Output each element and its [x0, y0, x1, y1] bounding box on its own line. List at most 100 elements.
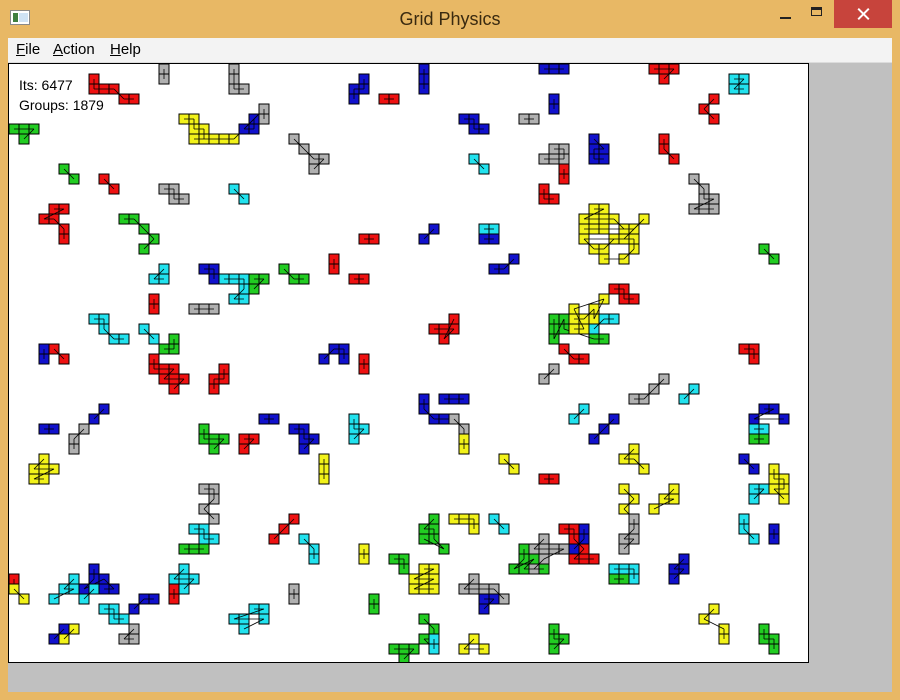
block-group: [98, 603, 130, 625]
block-group: [88, 403, 110, 425]
block-group: [68, 423, 90, 455]
block-group: [728, 73, 750, 95]
connection-line: [593, 418, 615, 440]
block-group: [88, 313, 130, 345]
block-group: [568, 403, 590, 425]
block-group: [768, 523, 780, 545]
block-group: [158, 64, 170, 85]
menu-action[interactable]: Action: [53, 41, 95, 58]
block-group: [538, 363, 560, 385]
block-group: [408, 563, 440, 595]
block-group: [768, 463, 790, 505]
block-group: [388, 553, 410, 575]
block-group: [538, 64, 570, 75]
block-group: [468, 153, 490, 175]
block-group: [448, 513, 480, 535]
grid-board: [9, 64, 790, 662]
block-group: [548, 93, 560, 115]
block-group: [688, 173, 720, 215]
block-group: [738, 513, 760, 545]
block-group: [418, 513, 450, 555]
block-group: [9, 583, 30, 605]
block-group: [188, 523, 220, 545]
block-group: [558, 343, 590, 365]
block-group: [538, 183, 560, 205]
block-group: [358, 233, 380, 245]
block-group: [578, 203, 650, 265]
block-group: [748, 423, 770, 435]
block-group: [558, 163, 570, 185]
block-group: [318, 343, 350, 365]
block-group: [348, 413, 370, 445]
close-button[interactable]: [834, 0, 892, 28]
block-group: [678, 383, 700, 405]
block-group: [188, 303, 220, 315]
block-group: [118, 213, 160, 255]
maximize-button[interactable]: [803, 0, 833, 28]
block-group: [238, 433, 260, 455]
iterations-counter: Its: 6477: [19, 77, 73, 93]
block-group: [738, 453, 760, 475]
block-group: [418, 223, 440, 245]
block-group: [658, 133, 680, 165]
block-group: [618, 513, 640, 555]
block-group: [138, 323, 160, 345]
simulation-canvas[interactable]: Its: 6477 Groups: 1879: [8, 63, 809, 663]
menu-file[interactable]: File: [16, 41, 40, 58]
block-group: [628, 373, 670, 405]
block-group: [168, 583, 180, 605]
block-group: [358, 353, 370, 375]
block-group: [648, 64, 680, 85]
block-group: [58, 163, 80, 185]
block-group: [618, 443, 650, 475]
block-group: [478, 593, 500, 615]
menu-help[interactable]: Help: [110, 41, 141, 58]
block-group: [158, 333, 180, 355]
block-group: [228, 603, 270, 635]
block-group: [698, 93, 720, 125]
block-group: [478, 233, 500, 245]
block-group: [288, 133, 330, 175]
block-group: [458, 113, 490, 135]
block-group: [538, 473, 560, 485]
block-group: [648, 483, 680, 515]
block-group: [428, 313, 460, 345]
title-bar: Grid Physics: [0, 0, 900, 38]
block-group: [488, 253, 520, 275]
block-group: [488, 513, 510, 535]
block-group: [538, 143, 570, 165]
block-group: [278, 263, 310, 285]
block-group: [198, 483, 220, 525]
block-group: [698, 603, 730, 645]
block-group: [608, 283, 640, 305]
block-group: [198, 423, 230, 455]
block-group: [378, 93, 400, 105]
block-group: [388, 643, 420, 662]
block-group: [228, 183, 250, 205]
block-group: [748, 403, 790, 425]
block-group: [258, 413, 280, 425]
block-group: [98, 173, 120, 195]
block-group: [428, 633, 440, 655]
block-group: [748, 483, 770, 505]
block-group: [148, 263, 170, 285]
block-group: [228, 64, 250, 95]
block-group: [478, 223, 500, 235]
block-group: [458, 633, 490, 655]
block-group: [38, 423, 60, 435]
block-group: [348, 73, 370, 105]
block-group: [358, 543, 370, 565]
block-group: [668, 553, 690, 585]
block-group: [758, 623, 780, 655]
block-group: [418, 64, 430, 95]
block-group: [48, 343, 70, 365]
block-group: [298, 533, 320, 565]
block-group: [588, 133, 610, 165]
block-group: [248, 273, 270, 295]
block-group: [288, 423, 320, 455]
block-group: [588, 413, 620, 445]
minimize-button[interactable]: [771, 0, 801, 28]
block-group: [48, 573, 80, 605]
block-group: [318, 453, 330, 485]
block-group: [208, 363, 230, 395]
